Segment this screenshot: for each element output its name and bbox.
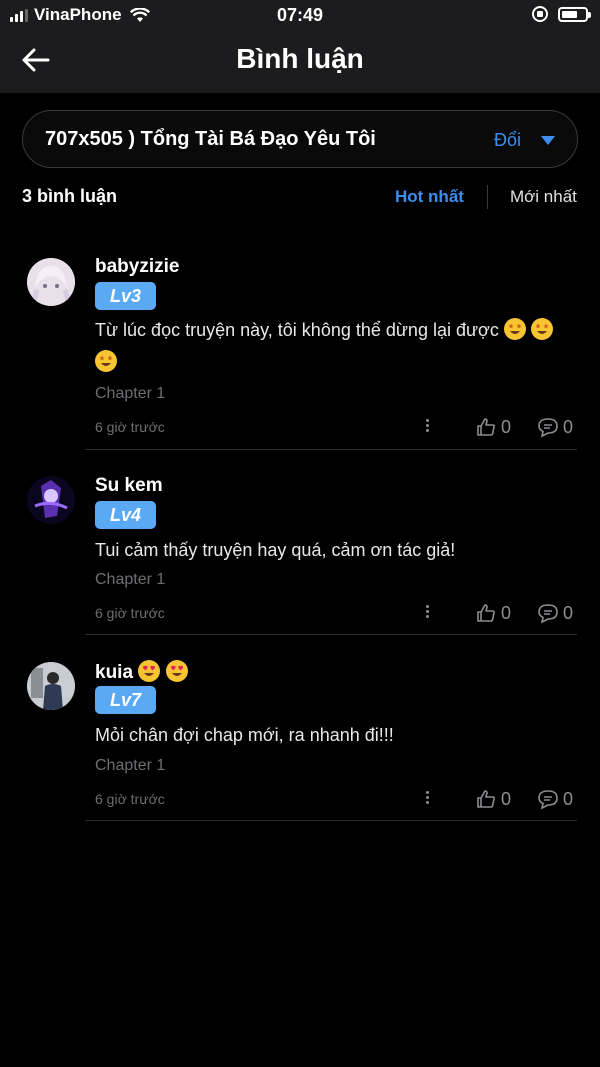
clock: 07:49 [276,5,324,25]
comment-text: Tui cảm thấy truyện hay quá, cảm ơn tác … [95,540,456,560]
chapter-link[interactable]: Chapter 1 [95,757,165,775]
thumbs-up-icon [477,790,495,808]
level-badge: Lv4 [95,501,156,529]
star-struck-emoji-icon [530,318,553,340]
heart-eyes-emoji-icon [165,660,188,682]
level-badge: Lv7 [95,686,156,714]
more-options-icon[interactable] [420,603,434,623]
like-button[interactable]: 0 [475,602,511,624]
more-options-icon[interactable] [420,789,434,809]
divider [85,634,577,635]
level-badge: Lv3 [95,282,156,310]
chapter-link[interactable]: Chapter 1 [95,385,165,403]
reply-count: 0 [563,602,574,623]
reply-count: 0 [563,416,574,437]
timestamp: 6 giờ trước [95,791,165,807]
like-count: 0 [501,788,512,809]
like-count: 0 [501,416,512,437]
heart-eyes-emoji-icon [138,660,161,682]
timestamp: 6 giờ trước [95,419,165,435]
reply-count: 0 [563,788,574,809]
like-button[interactable]: 0 [475,788,511,810]
avatar[interactable] [27,662,75,710]
story-name: 707x505 ) Tổng Tài Bá Đạo Yêu Tôi [45,128,376,150]
sort-new-tab[interactable]: Mới nhất [510,187,577,207]
thumbs-up-icon [477,604,495,622]
chevron-down-icon[interactable] [541,136,555,145]
app-header: VinaPhone 07:49 Bình luận [0,0,600,93]
chapter-link[interactable]: Chapter 1 [95,571,165,589]
reply-button[interactable]: 0 [537,602,573,624]
comment-bubble-icon [538,418,558,438]
username[interactable]: babyzizie [95,256,179,278]
story-selector[interactable]: 707x505 ) Tổng Tài Bá Đạo Yêu Tôi Đổi [22,110,578,168]
comment-count: 3 bình luận [22,186,118,206]
timestamp: 6 giờ trước [95,605,165,621]
reply-button[interactable]: 0 [537,788,573,810]
comment-text: Mỏi chân đợi chap mới, ra nhanh đi!!! [95,725,394,745]
more-options-icon[interactable] [420,417,434,437]
comment-text: Từ lúc đọc truyện này, tôi không thể dừn… [95,314,580,378]
page-title: Bình luận [236,43,364,74]
orientation-lock-icon [532,6,548,22]
username[interactable]: Su kem [95,475,163,497]
avatar[interactable] [27,258,75,306]
avatar[interactable] [27,476,75,524]
reply-button[interactable]: 0 [537,416,573,438]
battery-icon [558,6,591,22]
star-struck-emoji-icon [95,350,117,372]
sort-divider [487,185,488,209]
divider [85,820,577,821]
username[interactable]: kuia [95,660,188,684]
like-count: 0 [501,602,512,623]
comment-bubble-icon [538,790,558,810]
status-bar: VinaPhone 07:49 [0,0,600,30]
comment-bubble-icon [538,604,558,624]
like-button[interactable]: 0 [475,416,511,438]
thumbs-up-icon [477,418,495,436]
change-story-button[interactable]: Đổi [494,130,521,151]
star-struck-emoji-icon [503,318,526,340]
sort-hot-tab[interactable]: Hot nhất [395,187,464,207]
divider [85,449,577,450]
